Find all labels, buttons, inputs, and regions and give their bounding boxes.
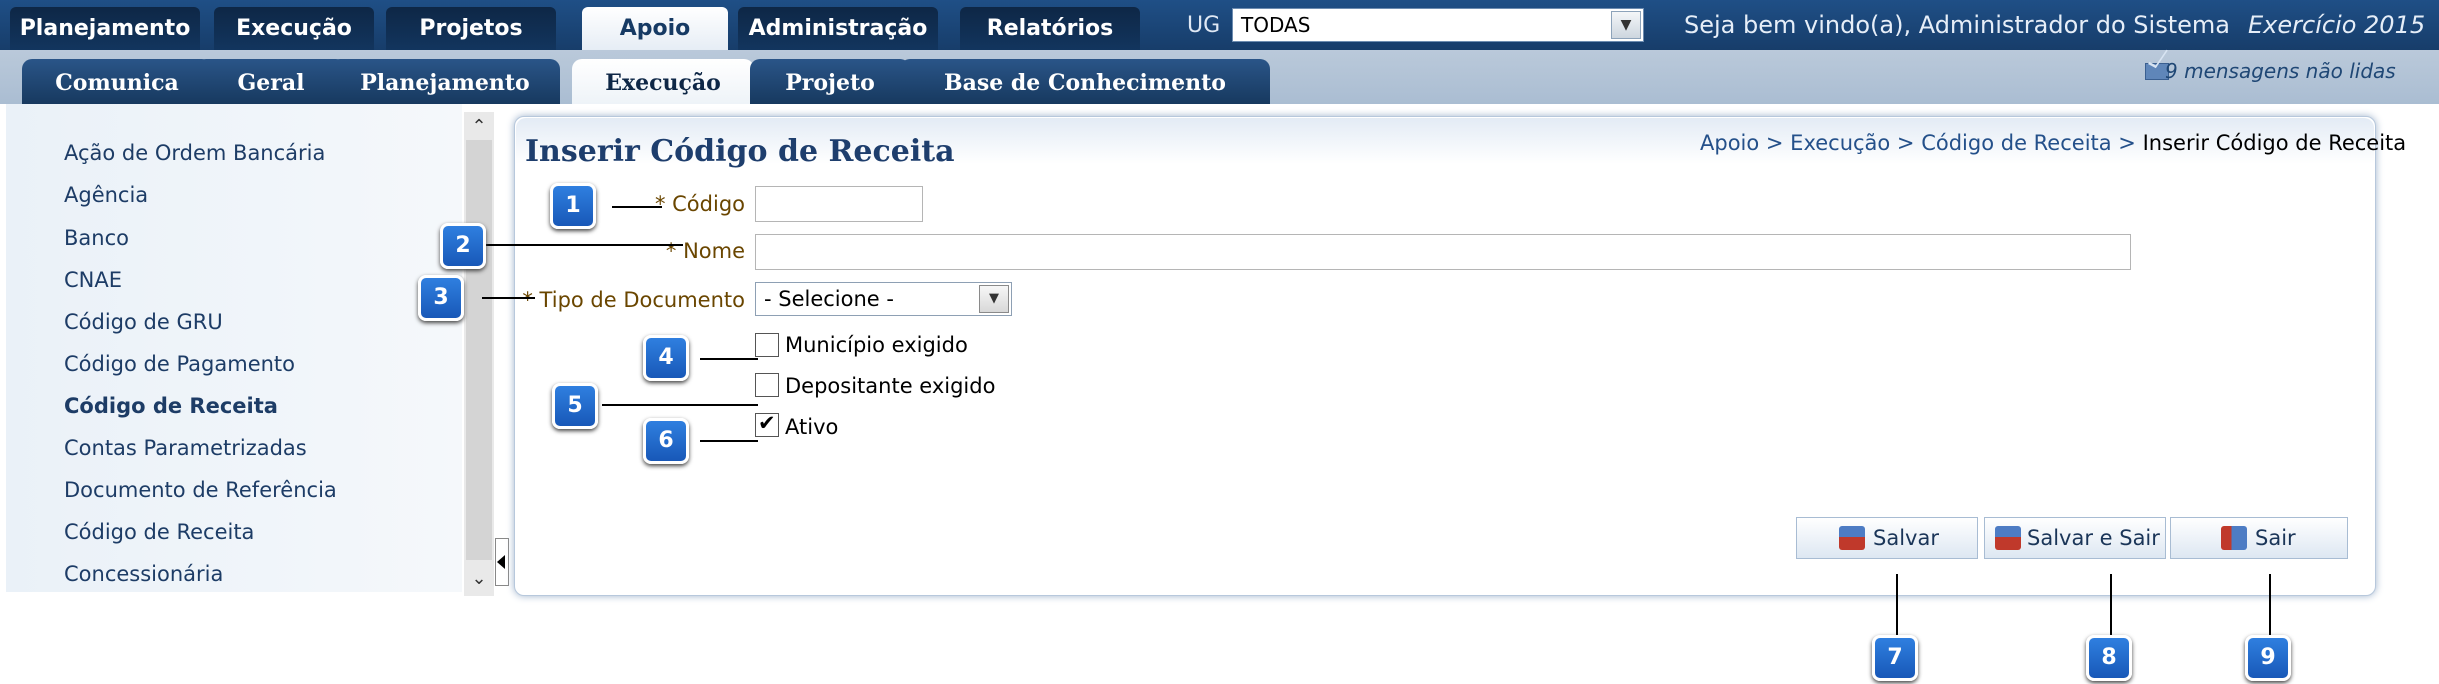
welcome-text: Seja bem vindo(a), Administrador do Sist…: [1684, 11, 2230, 39]
callout-line-8: [2110, 574, 2112, 636]
tab-planejamento[interactable]: Planejamento: [10, 7, 200, 50]
scrollbar-thumb[interactable]: [466, 140, 492, 560]
subtab-execucao[interactable]: Execução: [572, 59, 754, 104]
sidebar-item-codigo-receita-active[interactable]: Código de Receita: [64, 394, 278, 418]
breadcrumb-current: Inserir Código de Receita: [2142, 131, 2407, 155]
codigo-input[interactable]: [755, 186, 923, 222]
exercicio-text: Exercício 2015: [2248, 11, 2426, 39]
sidebar-item-acao-ordem-bancaria[interactable]: Ação de Ordem Bancária: [64, 141, 325, 165]
tab-relatorios[interactable]: Relatórios: [960, 7, 1140, 50]
sidebar-item-agencia[interactable]: Agência: [64, 183, 148, 207]
sidebar-item-cnae[interactable]: CNAE: [64, 268, 122, 292]
tipo-documento-label: * Tipo de Documento: [522, 288, 745, 312]
nome-label: * Nome: [665, 239, 745, 263]
chevron-down-icon[interactable]: ▼: [1611, 11, 1641, 39]
sidebar: [6, 104, 462, 592]
municipio-label: Município exigido: [785, 333, 968, 357]
callout-line-2: [485, 244, 683, 246]
nome-input[interactable]: [755, 234, 2131, 270]
scroll-up-icon[interactable]: ⌃: [468, 116, 490, 138]
sair-button[interactable]: Sair: [2170, 517, 2348, 559]
ativo-label: Ativo: [785, 415, 839, 439]
ug-select-value: TODAS: [1241, 13, 1311, 37]
callout-4: 4: [643, 335, 689, 381]
sidebar-item-concessionaria[interactable]: Concessionária: [64, 562, 223, 586]
sidebar-item-codigo-receita[interactable]: Código de Receita: [64, 520, 254, 544]
ug-label: UG: [1187, 13, 1221, 38]
callout-line-5: [602, 404, 758, 406]
breadcrumb-path[interactable]: Apoio > Execução > Código de Receita >: [1700, 131, 2143, 155]
callout-line-7: [1896, 574, 1898, 636]
salvar-button[interactable]: Salvar: [1796, 517, 1978, 559]
chevron-down-icon[interactable]: ▼: [979, 285, 1009, 313]
sair-label: Sair: [2255, 526, 2296, 550]
salvar-e-sair-label: Salvar e Sair: [2027, 526, 2160, 550]
subtab-projeto[interactable]: Projeto: [750, 59, 910, 104]
callout-9: 9: [2245, 635, 2291, 681]
exit-door-icon: [2221, 526, 2247, 550]
scroll-down-icon[interactable]: ⌄: [468, 568, 490, 590]
tab-administracao[interactable]: Administração: [738, 7, 938, 50]
municipio-checkbox[interactable]: [755, 333, 779, 357]
subtab-planejamento[interactable]: Planejamento: [330, 59, 560, 104]
callout-line-4: [700, 358, 758, 360]
callout-2: 2: [440, 223, 486, 269]
callout-3: 3: [418, 275, 464, 321]
callout-line-6: [700, 440, 758, 442]
sidebar-item-codigo-pagamento[interactable]: Código de Pagamento: [64, 352, 295, 376]
sidebar-item-banco[interactable]: Banco: [64, 226, 129, 250]
tab-projetos[interactable]: Projetos: [386, 7, 556, 50]
ativo-checkbox[interactable]: [755, 411, 779, 437]
sidebar-item-contas-parametrizadas[interactable]: Contas Parametrizadas: [64, 436, 307, 460]
page-title: Inserir Código de Receita: [525, 134, 955, 169]
callout-line-1: [612, 206, 662, 208]
sidebar-item-codigo-gru[interactable]: Código de GRU: [64, 310, 223, 334]
messages-link[interactable]: 9 mensagens não lidas: [2165, 59, 2396, 83]
callout-line-3: [482, 297, 535, 299]
callout-8: 8: [2086, 635, 2132, 681]
callout-5: 5: [552, 383, 598, 429]
tipo-documento-select[interactable]: - Selecione - ▼: [755, 282, 1012, 316]
breadcrumb: Apoio > Execução > Código de Receita > I…: [1700, 131, 2406, 155]
save-icon: [1839, 526, 1865, 550]
tab-execucao[interactable]: Execução: [214, 7, 374, 50]
depositante-checkbox[interactable]: [755, 373, 779, 397]
subtab-geral[interactable]: Geral: [196, 59, 346, 104]
salvar-label: Salvar: [1873, 526, 1939, 550]
tab-apoio[interactable]: Apoio: [582, 7, 728, 50]
ug-select[interactable]: TODAS ▼: [1232, 8, 1644, 42]
callout-7: 7: [1872, 635, 1918, 681]
callout-line-9: [2269, 574, 2271, 636]
save-exit-icon: [1995, 526, 2021, 550]
sidebar-item-documento-referencia[interactable]: Documento de Referência: [64, 478, 337, 502]
callout-6: 6: [643, 418, 689, 464]
tipo-documento-value: - Selecione -: [764, 287, 894, 311]
salvar-e-sair-button[interactable]: Salvar e Sair: [1984, 517, 2166, 559]
subtab-base-de-conhecimento[interactable]: Base de Conhecimento: [900, 59, 1270, 104]
collapse-sidebar-icon[interactable]: [495, 538, 509, 586]
callout-1: 1: [550, 183, 596, 229]
subtab-comunica[interactable]: Comunica: [22, 59, 212, 104]
codigo-label: * Código: [654, 192, 745, 216]
depositante-label: Depositante exigido: [785, 374, 996, 398]
